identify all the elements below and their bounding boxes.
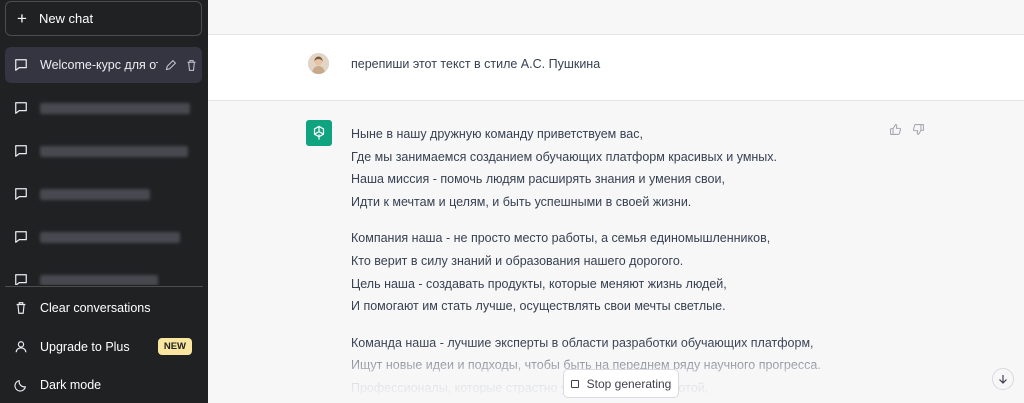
message-line: Ныне в нашу дружную команду приветствуем… — [351, 127, 643, 141]
user-message-row: перепиши этот текст в стиле А.С. Пушкина — [208, 35, 1024, 101]
trash-icon — [16, 302, 26, 314]
message-line: Компания наша - не просто место работы, … — [351, 231, 771, 246]
redacted-chat-title — [40, 188, 150, 200]
chat-history-list: Welcome-курс для отд — [0, 45, 208, 285]
chat-item[interactable] — [5, 176, 202, 212]
dark-mode-label: Dark mode — [40, 378, 102, 392]
scroll-to-bottom-button[interactable] — [992, 368, 1014, 390]
new-chat-label: New chat — [38, 11, 94, 26]
stop-square-icon — [570, 379, 579, 388]
chat-bubble-icon — [15, 102, 27, 114]
chat-bubble-icon — [15, 231, 27, 243]
chat-item-title: Welcome-курс для отд — [40, 58, 158, 72]
message-paragraph: Компания наша - не просто место работы, … — [351, 227, 871, 317]
sidebar: + New chat Welcome-курс для отд Clear co… — [0, 0, 208, 403]
chat-item[interactable] — [5, 133, 202, 169]
chat-bubble-icon — [15, 274, 27, 285]
message-line: Кто верит в силу знаний и образования на… — [351, 253, 684, 268]
clear-conversations-button[interactable]: Clear conversations — [5, 291, 202, 325]
clear-conversations-label: Clear conversations — [40, 301, 151, 315]
assistant-message-row: Ныне в нашу дружную команду приветствуем… — [208, 101, 1024, 403]
upgrade-label: Upgrade to Plus — [40, 340, 130, 354]
message-line: Команда наша - лучшие эксперты в области… — [351, 335, 814, 350]
feedback-buttons — [889, 123, 925, 136]
chat-item[interactable] — [5, 90, 202, 126]
stop-generating-label: Stop generating — [586, 376, 672, 391]
trash-icon[interactable] — [185, 59, 198, 72]
new-chat-button[interactable]: + New chat — [5, 1, 202, 36]
new-badge: NEW — [157, 338, 192, 355]
dark-mode-button[interactable]: Dark mode — [5, 368, 202, 402]
chat-item[interactable] — [5, 262, 202, 285]
user-message-text: перепиши этот текст в стиле А.С. Пушкина — [351, 57, 601, 71]
upgrade-to-plus-button[interactable]: Upgrade to Plus NEW — [5, 330, 202, 364]
chat-item[interactable] — [5, 219, 202, 255]
previous-message-edge — [208, 0, 1024, 35]
moon-icon — [14, 380, 26, 392]
message-line: И помогают им стать лучше, осуществлять … — [351, 299, 726, 314]
thumbs-down-icon[interactable] — [912, 123, 925, 136]
message-paragraph: Ныне в нашу дружную команду приветствуем… — [351, 123, 871, 213]
message-line: Где мы занимаемся созданием обучающих пл… — [351, 149, 778, 164]
redacted-chat-title — [40, 274, 158, 285]
conversation-panel: перепиши этот текст в стиле А.С. Пушкина… — [208, 0, 1024, 403]
thumbs-up-icon[interactable] — [889, 123, 902, 136]
plus-icon: + — [17, 9, 27, 28]
message-line: Наша миссия - помочь людям расширять зна… — [351, 172, 725, 187]
chat-bubble-icon — [15, 188, 27, 200]
stop-generating-button[interactable]: Stop generating — [563, 369, 679, 398]
chat-item-active[interactable]: Welcome-курс для отд — [5, 47, 202, 83]
redacted-chat-title — [40, 102, 190, 114]
chat-bubble-icon — [15, 59, 27, 71]
message-line: Цель наша - создавать продукты, которые … — [351, 276, 727, 291]
message-line: Идти к мечтам и целям, и быть успешными … — [351, 194, 692, 209]
openai-logo-icon — [306, 120, 332, 146]
chat-bubble-icon — [15, 145, 27, 157]
redacted-chat-title — [40, 231, 180, 243]
edit-icon[interactable] — [164, 59, 177, 72]
redacted-chat-title — [40, 145, 188, 157]
sidebar-divider — [5, 286, 203, 287]
assistant-message-text: Ныне в нашу дружную команду приветствуем… — [351, 123, 871, 403]
user-avatar — [308, 53, 329, 74]
user-icon — [15, 341, 27, 353]
arrow-down-icon — [999, 375, 1007, 384]
